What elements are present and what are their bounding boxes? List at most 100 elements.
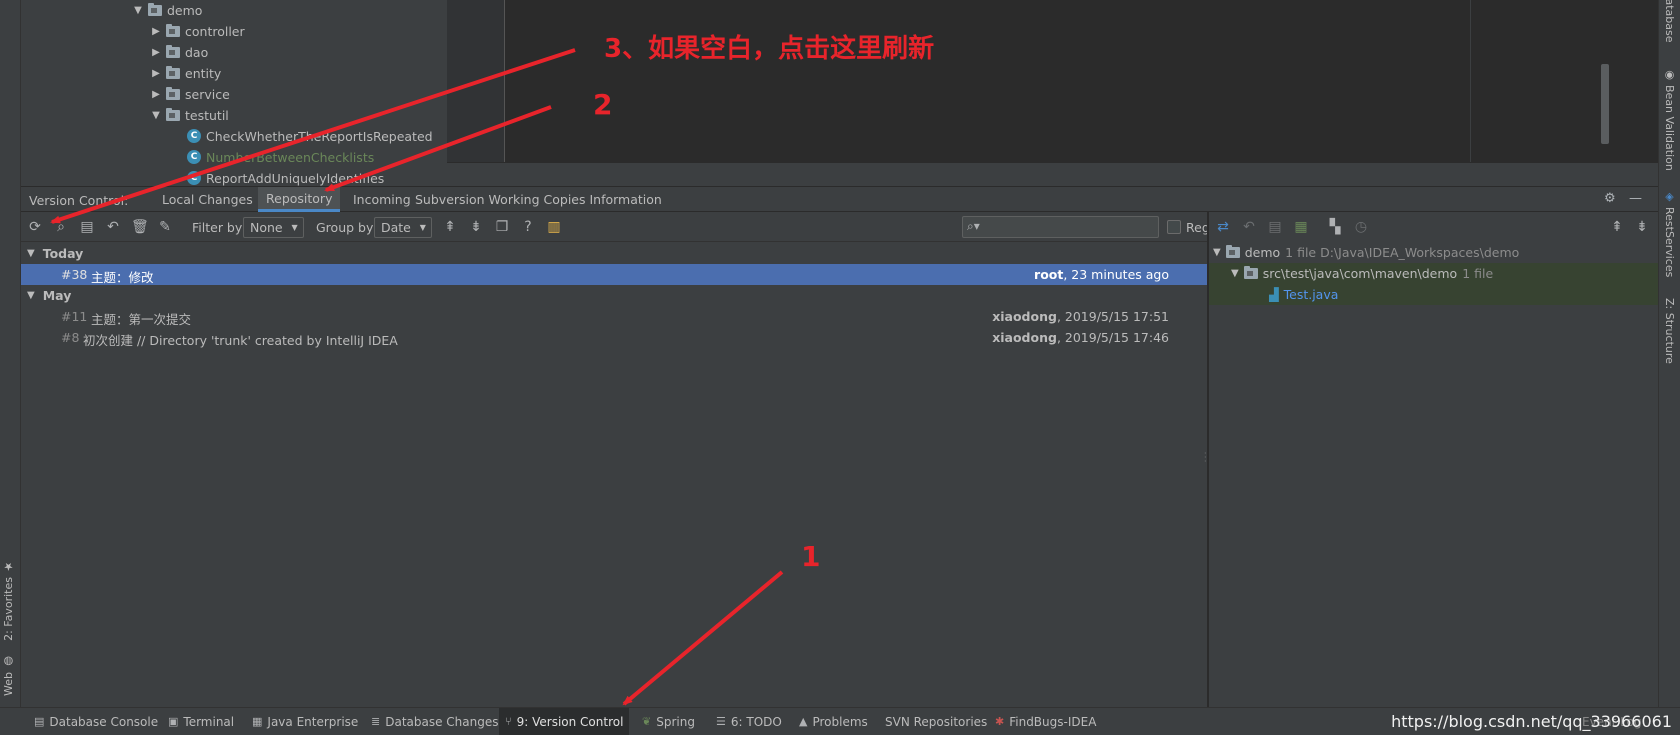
commit-author: root — [1034, 267, 1064, 282]
changes-directory[interactable]: ▼ src\test\java\com\maven\demo 1 file — [1209, 263, 1658, 284]
commit-row[interactable]: #38 主题：修改 root, 23 minutes ago — [21, 264, 1207, 285]
tab-local-changes[interactable]: Local Changes — [154, 187, 261, 212]
structure-tab[interactable]: Z: Structure — [1663, 298, 1676, 364]
svn-repositories-button[interactable]: SVN Repositories — [879, 708, 993, 735]
tool-window-bar: ▤ Database Console ▣ Terminal ▦ Java Ent… — [0, 707, 1680, 735]
minimize-icon[interactable]: — — [1629, 191, 1642, 206]
changes-root[interactable]: ▼ demo 1 file D:\Java\IDEA_Workspaces\de… — [1209, 242, 1658, 263]
editor-scrollbar[interactable] — [1601, 64, 1609, 144]
tab-repository[interactable]: Repository — [258, 187, 341, 212]
spring-button[interactable]: ❦ Spring — [636, 708, 701, 735]
findbugs-button[interactable]: ✱ FindBugs-IDEA — [989, 708, 1102, 735]
annotation-step-2: 2 — [593, 88, 613, 121]
tree-node-class[interactable]: C ReportAddUniquelyIdentifies — [187, 168, 384, 186]
expand-arrow-icon[interactable]: ▼ — [1213, 247, 1221, 258]
spring-label: Spring — [656, 714, 695, 729]
columns-icon[interactable]: ▥ — [546, 219, 562, 235]
version-control-button[interactable]: ⑂ 9: Version Control — [499, 708, 630, 735]
tree-node-class[interactable]: C NumberBetweenChecklists — [187, 147, 374, 167]
regex-checkbox[interactable] — [1167, 220, 1181, 234]
bean-validation-tab[interactable]: ◉ Bean Validation — [1663, 68, 1676, 171]
expand-arrow-icon[interactable]: ▼ — [27, 290, 35, 301]
group-header-today[interactable]: ▼ Today — [21, 243, 83, 263]
commit-row[interactable]: #11 主题：第一次提交 xiaodong, 2019/5/15 17:51 — [21, 306, 1207, 327]
commit-number: #38 — [61, 267, 88, 282]
revert-icon[interactable]: ↶ — [105, 219, 121, 235]
revert-icon[interactable]: ↶ — [1241, 219, 1257, 235]
delete-icon[interactable]: 🗑 — [131, 219, 149, 235]
group-header-may[interactable]: ▼ May — [21, 285, 71, 305]
root-meta: 1 file D:\Java\IDEA_Workspaces\demo — [1285, 245, 1520, 260]
search-input[interactable]: ⌕▾ — [962, 216, 1159, 238]
commit-number: #8 — [61, 330, 80, 345]
favorites-tab[interactable]: 2: Favorites ★ — [2, 560, 15, 641]
tree-node-dao[interactable]: ▶ dao — [151, 42, 208, 62]
collapse-arrow-icon[interactable]: ▶ — [151, 89, 161, 100]
group-by-icon[interactable]: ▚ — [1327, 219, 1343, 235]
database-tab[interactable]: Database — [1663, 0, 1676, 43]
database-console-button[interactable]: ▤ Database Console — [28, 708, 164, 735]
splitter-grip-icon[interactable]: · · · — [1204, 450, 1207, 466]
expand-all-icon[interactable]: ⇞ — [442, 219, 458, 235]
tree-node-demo[interactable]: ▼ demo — [133, 0, 202, 20]
save-icon[interactable]: ▤ — [1267, 219, 1283, 235]
database-changes-button[interactable]: ≣ Database Changes — [365, 708, 505, 735]
tab-label: Incoming — [353, 192, 411, 207]
bug-icon: ✱ — [995, 715, 1005, 728]
java-enterprise-button[interactable]: ▦ Java Enterprise — [246, 708, 364, 735]
help-button[interactable]: ? — [520, 219, 536, 235]
rest-services-tab[interactable]: ◈ RestServices — [1663, 190, 1676, 277]
svn-repositories-label: SVN Repositories — [885, 714, 988, 729]
show-diff-icon[interactable]: ⌕ — [53, 219, 69, 235]
copy-icon[interactable]: ❐ — [494, 219, 510, 235]
problems-button[interactable]: ▲ Problems — [793, 708, 874, 735]
tab-svn-working-copies[interactable]: Subversion Working Copies Information — [407, 187, 670, 212]
history-icon[interactable]: ◷ — [1353, 219, 1369, 235]
gear-icon[interactable]: ⚙ — [1604, 191, 1616, 206]
commit-number: #11 — [61, 309, 88, 324]
class-icon: C — [187, 129, 201, 143]
expand-all-icon[interactable]: ⇞ — [1609, 219, 1625, 235]
directory-name: src\test\java\com\maven\demo — [1262, 266, 1458, 281]
structure-label: Z: Structure — [1663, 298, 1676, 364]
terminal-button[interactable]: ▣ Terminal — [162, 708, 240, 735]
tree-node-testutil[interactable]: ▼ testutil — [151, 105, 229, 125]
package-folder-icon — [166, 23, 180, 37]
expand-arrow-icon[interactable]: ▼ — [151, 110, 161, 121]
tree-node-class[interactable]: C CheckWhetherTheReportIsRepeated — [187, 126, 433, 146]
package-folder-icon — [166, 65, 180, 79]
bean-validation-label: Bean Validation — [1663, 85, 1676, 171]
collapse-all-icon[interactable]: ⇟ — [1634, 219, 1650, 235]
filter-select[interactable]: None — [243, 217, 304, 238]
group-label: Group by — [316, 220, 374, 235]
tree-node-entity[interactable]: ▶ entity — [151, 63, 221, 83]
refresh-icon[interactable]: ⟳ — [27, 219, 43, 235]
collapse-arrow-icon[interactable]: ▶ — [151, 47, 161, 58]
expand-arrow-icon[interactable]: ▼ — [27, 248, 35, 259]
editor-area[interactable] — [504, 0, 1658, 162]
editor-bottom-strip — [447, 162, 1658, 186]
findbugs-label: FindBugs-IDEA — [1009, 714, 1097, 729]
annotation-step-1: 1 — [801, 540, 821, 573]
tree-node-service[interactable]: ▶ service — [151, 84, 230, 104]
commit-row[interactable]: #8 初次创建 // Directory 'trunk' created by … — [21, 327, 1207, 348]
export-icon[interactable]: ▦ — [1293, 219, 1309, 235]
todo-button[interactable]: ☰ 6: TODO — [710, 708, 788, 735]
expand-arrow-icon[interactable]: ▼ — [133, 5, 143, 16]
collapse-all-icon[interactable]: ⇟ — [468, 219, 484, 235]
collapse-arrow-icon[interactable]: ▶ — [151, 26, 161, 37]
changed-file[interactable]: ▟ Test.java — [1209, 284, 1658, 305]
root-name: demo — [1244, 245, 1281, 260]
filter-label: Filter by — [192, 220, 243, 235]
collapse-arrow-icon[interactable]: ▶ — [151, 68, 161, 79]
rest-icon: ◈ — [1663, 190, 1676, 203]
get-icon[interactable]: ▤ — [79, 219, 95, 235]
compare-icon[interactable]: ⇄ — [1215, 219, 1231, 235]
web-tab[interactable]: Web ◍ — [2, 655, 15, 696]
edit-icon[interactable]: ✎ — [157, 219, 173, 235]
tree-node-controller[interactable]: ▶ controller — [151, 21, 245, 41]
package-folder-icon — [166, 86, 180, 100]
database-changes-icon: ≣ — [371, 715, 381, 728]
group-select[interactable]: Date — [374, 217, 432, 238]
expand-arrow-icon[interactable]: ▼ — [1231, 268, 1239, 279]
